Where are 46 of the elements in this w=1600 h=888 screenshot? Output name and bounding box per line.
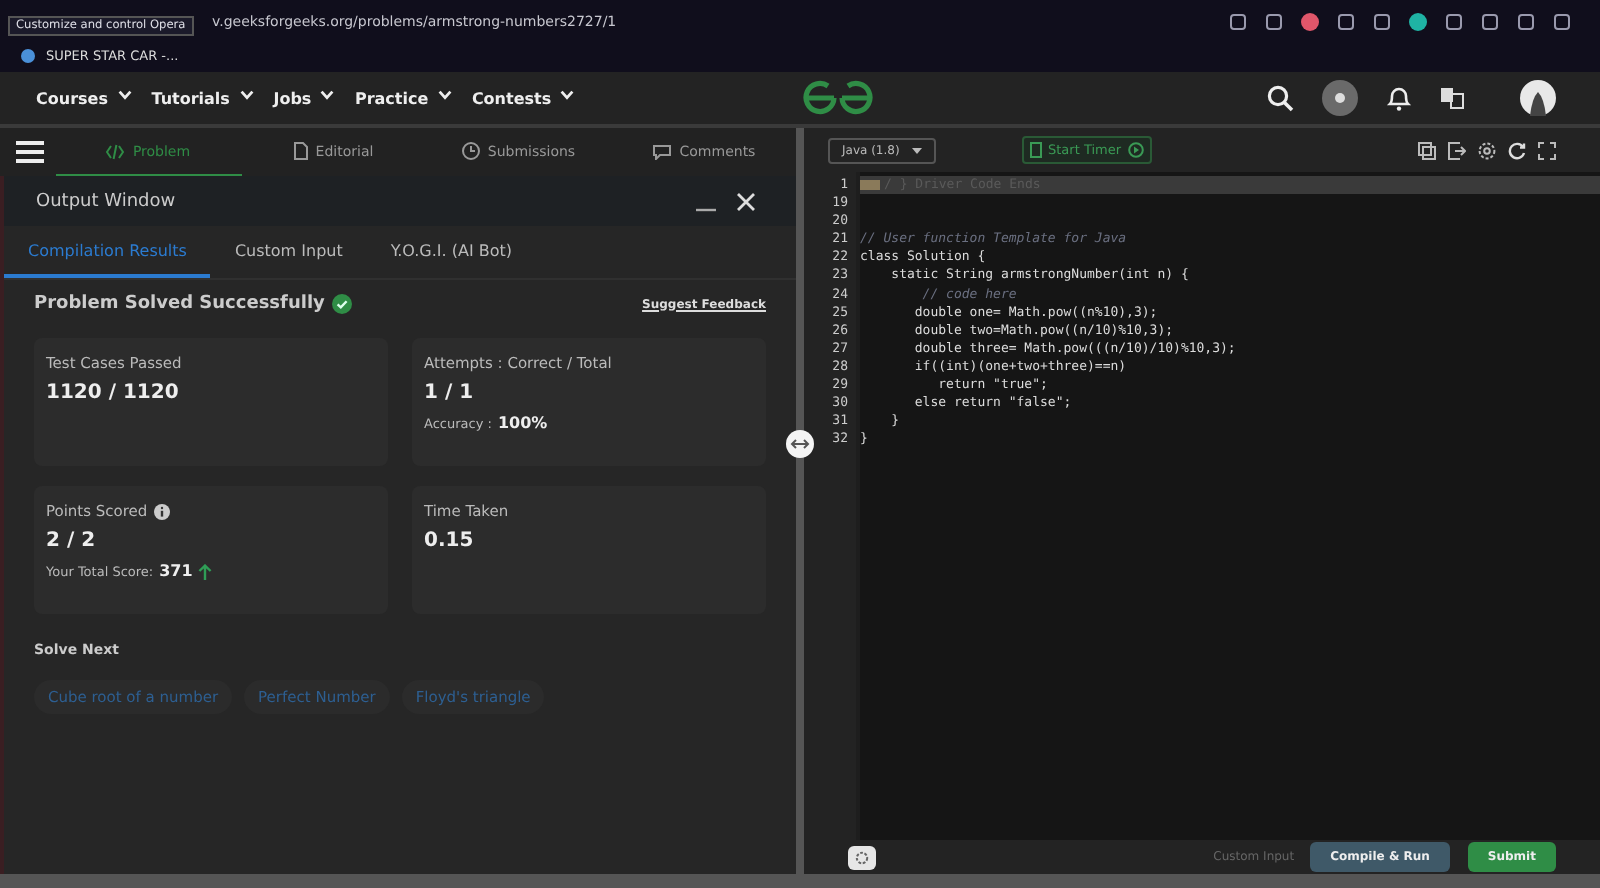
- stat-value: 2 / 2: [46, 530, 98, 552]
- document-icon: [293, 142, 308, 160]
- clock-icon: [461, 142, 480, 160]
- settings-icon[interactable]: [1478, 141, 1496, 159]
- fold-marker[interactable]: [860, 180, 880, 191]
- timer-icon: [1030, 142, 1042, 158]
- stat-value: 1120 / 1120: [46, 382, 181, 404]
- avatar-icon[interactable]: [1520, 80, 1556, 116]
- panel-title: Output Window: [36, 191, 176, 211]
- chevron-down-icon: [239, 89, 254, 99]
- nav-menu[interactable]: Tutorials: [151, 89, 254, 107]
- chevron-down-icon: [320, 89, 335, 99]
- search-icon[interactable]: [1266, 84, 1294, 112]
- info-icon[interactable]: [153, 503, 170, 519]
- status-message: Problem Solved Successfully: [34, 294, 325, 314]
- resize-handle-icon[interactable]: [786, 430, 814, 458]
- logo-icon[interactable]: [800, 80, 876, 116]
- chevron-down-icon: [117, 89, 132, 99]
- result-tab[interactable]: Custom Input: [210, 226, 367, 278]
- close-icon[interactable]: [736, 191, 756, 211]
- nav-menu[interactable]: Contests: [471, 89, 575, 107]
- nav-menu[interactable]: Practice: [354, 89, 452, 107]
- code-icon: [106, 143, 125, 159]
- result-tab[interactable]: Y.O.G.I. (AI Bot): [366, 226, 537, 278]
- export-icon[interactable]: [1448, 141, 1466, 159]
- stat-value: 0.15: [424, 530, 476, 552]
- bell-icon[interactable]: [1386, 84, 1412, 112]
- copy-icon[interactable]: [1418, 141, 1436, 159]
- gear-icon[interactable]: [848, 845, 876, 869]
- caret-icon: [912, 147, 922, 153]
- result-tab[interactable]: Compilation Results: [4, 226, 211, 278]
- theme-toggle-icon[interactable]: [1322, 80, 1358, 116]
- menu-icon[interactable]: [16, 140, 44, 164]
- play-icon: [1127, 142, 1144, 158]
- stat-note-value: 371: [159, 562, 193, 580]
- chat-icon: [651, 143, 672, 159]
- stat-note-value: 100%: [497, 414, 548, 432]
- nav-menu[interactable]: Jobs: [273, 89, 335, 107]
- chevron-down-icon: [560, 89, 575, 99]
- nav-menu[interactable]: Courses: [36, 89, 132, 107]
- check-circle-icon: [332, 294, 353, 314]
- fullscreen-icon[interactable]: [1538, 141, 1556, 159]
- stat-value: 1 / 1: [424, 382, 476, 404]
- chevron-down-icon: [437, 89, 452, 99]
- reset-icon[interactable]: [1508, 141, 1526, 159]
- globe-icon: [20, 48, 36, 64]
